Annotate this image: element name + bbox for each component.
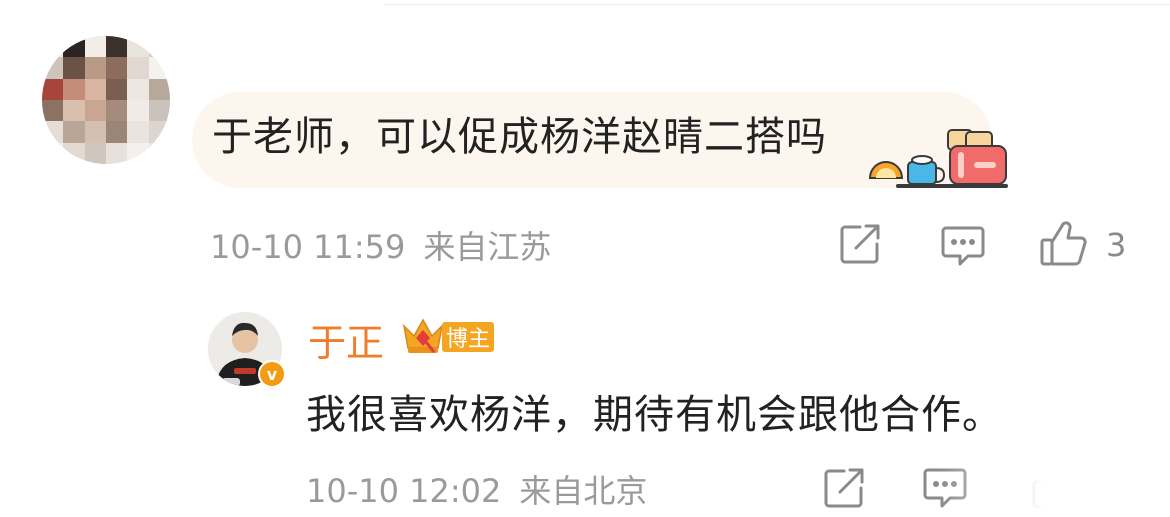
avatar-pixel xyxy=(42,57,64,79)
comment-location: 来自江苏 xyxy=(423,228,552,266)
comment-time: 10-10 11:59 xyxy=(210,228,406,266)
like-icon[interactable] xyxy=(1038,220,1088,268)
share-icon[interactable] xyxy=(838,222,882,266)
avatar-pixel xyxy=(63,36,85,58)
avatar-pixel xyxy=(148,36,170,58)
avatar-pixel xyxy=(127,100,149,122)
avatar-pixel xyxy=(106,142,128,164)
avatar-pixel xyxy=(148,78,170,100)
avatar-pixel xyxy=(84,78,106,100)
bottom-right-fade xyxy=(940,440,1170,517)
avatar-pixel xyxy=(127,36,149,58)
comment-icon[interactable] xyxy=(940,224,986,268)
avatar-pixel xyxy=(127,57,149,79)
commenter-name-mosaic xyxy=(205,36,435,82)
reply-location: 来自北京 xyxy=(519,472,648,510)
avatar-pixel xyxy=(84,142,106,164)
avatar-pixel xyxy=(148,121,170,143)
avatar-pixel xyxy=(106,57,128,79)
avatar-pixel xyxy=(127,142,149,164)
avatar-pixel xyxy=(63,57,85,79)
avatar-pixel xyxy=(63,100,85,122)
avatar-pixel xyxy=(42,121,64,143)
avatar-pixel xyxy=(127,78,149,100)
comment-meta: 10-10 11:59 来自江苏 xyxy=(210,222,551,268)
avatar-pixel xyxy=(84,100,106,122)
avatar-pixel xyxy=(106,78,128,100)
comment-text: 于老师，可以促成杨洋赵晴二搭吗 xyxy=(212,114,827,160)
crown-icon xyxy=(400,316,446,356)
top-divider xyxy=(385,4,1170,5)
avatar-pixel xyxy=(63,142,85,164)
avatar-pixel xyxy=(148,142,170,164)
like-count: 3 xyxy=(1106,226,1127,264)
reply-time: 10-10 12:02 xyxy=(306,472,502,510)
avatar-pixel xyxy=(42,100,64,122)
blogger-badge: 博主 xyxy=(442,322,494,352)
avatar-pixel xyxy=(42,78,64,100)
avatar-pixel xyxy=(84,36,106,58)
reply-share-icon[interactable] xyxy=(822,466,866,510)
avatar-pixel xyxy=(84,57,106,79)
verified-badge: v xyxy=(258,360,286,388)
avatar-pixel xyxy=(106,100,128,122)
avatar-pixel xyxy=(106,121,128,143)
avatar-pixel xyxy=(106,36,128,58)
author-name[interactable]: 于正 xyxy=(308,312,384,367)
avatar-pixel xyxy=(148,57,170,79)
breakfast-sticker-icon xyxy=(866,126,1012,192)
avatar-pixel xyxy=(42,142,64,164)
avatar-pixel xyxy=(63,121,85,143)
avatar-pixel xyxy=(63,78,85,100)
avatar-pixel xyxy=(84,121,106,143)
avatar-pixel xyxy=(127,121,149,143)
reply-text: 我很喜欢杨洋，期待有机会跟他合作。 xyxy=(306,392,1003,438)
avatar-pixel xyxy=(42,36,64,58)
avatar-pixel xyxy=(148,100,170,122)
commenter-avatar[interactable] xyxy=(42,36,170,164)
reply-meta: 10-10 12:02 来自北京 xyxy=(306,466,647,512)
